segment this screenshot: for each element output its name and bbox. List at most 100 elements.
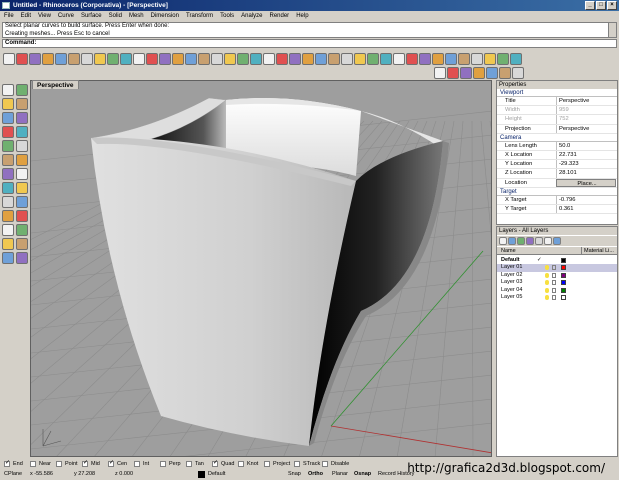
options-icon[interactable] <box>263 53 275 65</box>
menu-dimension[interactable]: Dimension <box>147 11 182 21</box>
dimension-icon[interactable] <box>16 252 28 264</box>
menu-help[interactable]: Help <box>293 11 312 21</box>
copy-icon[interactable] <box>354 53 366 65</box>
section-viewport[interactable]: Viewport <box>497 89 617 97</box>
layer-visible-icon[interactable] <box>545 295 549 300</box>
osnap-checkbox[interactable] <box>108 459 114 467</box>
join-icon[interactable] <box>16 196 28 208</box>
filter-icon[interactable] <box>544 237 552 245</box>
rectangle-icon[interactable] <box>2 126 14 138</box>
y-target-field[interactable]: 0.361 <box>556 204 616 214</box>
osnap-checkbox[interactable] <box>56 461 62 467</box>
osnap-checkbox[interactable] <box>134 461 140 467</box>
osnap-toggle[interactable]: Osnap <box>354 470 371 479</box>
layer-visible-icon[interactable] <box>545 280 549 286</box>
move-up-icon[interactable] <box>526 237 534 245</box>
copy-icon[interactable] <box>68 53 80 65</box>
menu-surface[interactable]: Surface <box>77 11 105 21</box>
save-icon[interactable] <box>315 53 327 65</box>
osnap-knot[interactable]: Knot <box>238 460 258 468</box>
layer-lock-icon[interactable] <box>552 287 556 293</box>
y-location-field[interactable]: -29.323 <box>556 160 616 169</box>
layer-color-swatch[interactable] <box>561 258 566 263</box>
pan-icon[interactable] <box>406 53 418 65</box>
close-button[interactable]: × <box>607 1 617 10</box>
mirror-icon[interactable] <box>16 238 28 250</box>
layer-row[interactable]: Layer 04 <box>497 287 617 294</box>
undo-icon[interactable] <box>94 53 106 65</box>
layer-color-swatch[interactable] <box>561 272 566 278</box>
osnap-checkbox[interactable] <box>30 461 36 467</box>
copy-icon[interactable] <box>2 224 14 236</box>
open-icon[interactable] <box>302 53 314 65</box>
rhino-app-icon[interactable] <box>2 2 10 9</box>
osnap-perp[interactable]: Perp <box>160 460 181 468</box>
maximize-button[interactable]: □ <box>596 1 606 10</box>
zoom-selected-icon[interactable] <box>185 53 197 65</box>
menu-transform[interactable]: Transform <box>183 11 217 21</box>
light-icon[interactable] <box>486 67 498 79</box>
zoom-window-icon[interactable] <box>445 53 457 65</box>
rotate-view-icon[interactable] <box>133 53 145 65</box>
menu-tools[interactable]: Tools <box>217 11 238 21</box>
layer-lock-icon[interactable] <box>552 295 556 300</box>
search-icon[interactable] <box>553 237 561 245</box>
x-location-field[interactable]: 22.731 <box>556 150 616 160</box>
x-target-field[interactable]: -0.796 <box>556 195 616 204</box>
polygon-icon[interactable] <box>16 126 28 138</box>
menu-curve[interactable]: Curve <box>54 11 77 21</box>
z-location-field[interactable]: 28.101 <box>556 169 616 178</box>
history-scrollbar[interactable] <box>608 23 616 37</box>
menu-mesh[interactable]: Mesh <box>125 11 147 21</box>
new-icon[interactable] <box>289 53 301 65</box>
column-name[interactable]: Name <box>501 247 516 255</box>
scale-icon[interactable] <box>2 238 14 250</box>
render-icon[interactable] <box>250 53 262 65</box>
osnap-mid[interactable]: Mid <box>82 459 100 468</box>
osnap-checkbox[interactable] <box>264 461 270 467</box>
pan-icon[interactable] <box>120 53 132 65</box>
menu-view[interactable]: View <box>35 11 55 21</box>
properties-icon[interactable] <box>510 53 522 65</box>
undo-icon[interactable] <box>380 53 392 65</box>
sphere-icon[interactable] <box>16 154 28 166</box>
properties-icon[interactable] <box>224 53 236 65</box>
curve-icon[interactable] <box>16 98 28 110</box>
zoom-icon[interactable] <box>146 53 158 65</box>
place-button[interactable]: Place... <box>556 178 616 187</box>
osnap-checkbox[interactable] <box>160 461 166 467</box>
print-icon[interactable] <box>328 53 340 65</box>
layer-visible-icon[interactable] <box>545 287 549 293</box>
menu-solid[interactable]: Solid <box>105 11 125 21</box>
title-field[interactable]: Perspective <box>556 97 616 106</box>
circle-icon[interactable] <box>2 112 14 124</box>
perspective-viewport[interactable] <box>30 80 492 457</box>
osnap-end[interactable]: End <box>4 459 23 468</box>
grid-icon[interactable] <box>198 53 210 65</box>
point-icon[interactable] <box>16 84 28 96</box>
menu-file[interactable]: File <box>0 11 17 21</box>
osnap-cen[interactable]: Cen <box>108 459 127 468</box>
ortho-toggle[interactable]: Ortho <box>308 470 323 479</box>
osnap-strack[interactable]: STrack <box>294 460 320 468</box>
open-icon[interactable] <box>16 53 28 65</box>
settings-icon[interactable] <box>512 67 524 79</box>
light-icon[interactable] <box>237 53 249 65</box>
planar-toggle[interactable]: Planar <box>332 470 348 479</box>
layer-icon[interactable] <box>497 53 509 65</box>
layer-icon[interactable] <box>211 53 223 65</box>
new-layer-icon[interactable] <box>499 237 507 245</box>
menu-edit[interactable]: Edit <box>17 11 34 21</box>
paste-icon[interactable] <box>367 53 379 65</box>
save-icon[interactable] <box>29 53 41 65</box>
osnap-point[interactable]: Point <box>56 460 78 468</box>
osnap-checkbox[interactable] <box>186 461 192 467</box>
osnap-disable[interactable]: Disable <box>322 460 349 468</box>
arc-icon[interactable] <box>16 112 28 124</box>
zoom-window-icon[interactable] <box>159 53 171 65</box>
texture-icon[interactable] <box>499 67 511 79</box>
rotate-view-icon[interactable] <box>419 53 431 65</box>
minimize-button[interactable]: _ <box>585 1 595 10</box>
material-icon[interactable] <box>460 67 472 79</box>
move-down-icon[interactable] <box>535 237 543 245</box>
